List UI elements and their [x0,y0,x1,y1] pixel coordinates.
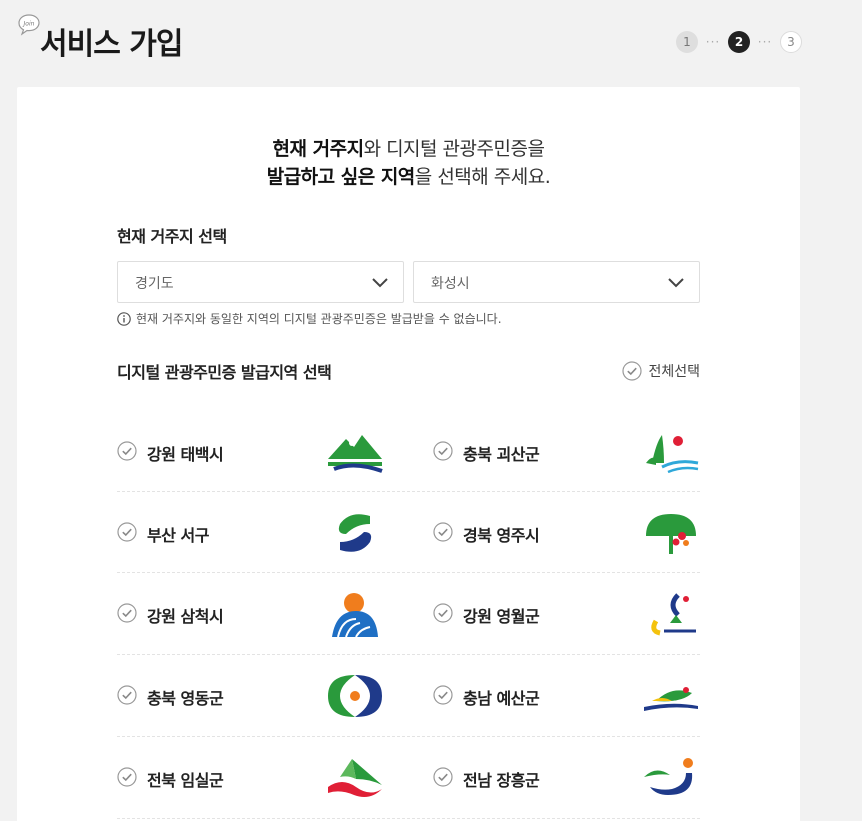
check-circle-icon [433,603,453,623]
check-circle-icon [117,522,137,542]
yeongdong-logo-icon [328,675,382,717]
join-chat-icon: Join [18,14,40,36]
intro-emphasis: 현재 거주지 [272,138,365,160]
step-2: 2 [728,31,750,53]
step-1: 1 [676,31,698,53]
step-separator: ··· [757,35,773,49]
intro-text-rest: 와 디지털 관광주민증을 [363,138,545,160]
signup-card: 현재 거주지와 디지털 관광주민증을 발급하고 싶은 지역을 선택해 주세요. … [17,87,800,821]
region-option[interactable]: 충남 예산군 [433,655,700,735]
page-header: Join 서비스 가입 1 ··· 2 ··· 3 [0,0,862,86]
region-label: 부산 서구 [147,526,209,545]
check-circle-icon [433,685,453,705]
page-title: 서비스 가입 [40,27,183,62]
region-label: 충남 예산군 [463,689,540,708]
check-circle-icon [433,522,453,542]
check-circle-icon [433,441,453,461]
yeongwol-logo-icon [651,593,696,636]
region-label: 강원 삼척시 [147,607,224,626]
region-label: 전북 임실군 [147,771,224,790]
region-label: 강원 태백시 [147,445,224,464]
check-circle-icon [622,361,643,381]
region-option[interactable]: 충북 영동군 [117,655,384,735]
intro-text: 현재 거주지와 디지털 관광주민증을 발급하고 싶은 지역을 선택해 주세요. [17,135,800,191]
imsil-logo-icon [328,759,382,797]
check-circle-icon [433,767,453,787]
busan-seogu-logo-icon [338,514,372,552]
region-label: 강원 영월군 [463,607,540,626]
check-circle-icon [117,685,137,705]
step-separator: ··· [705,35,721,49]
svg-text:Join: Join [23,21,35,28]
step-3: 3 [780,31,802,53]
issue-section-title: 디지털 관광주민증 발급지역 선택 [117,363,332,382]
select-all-toggle[interactable]: 전체선택 [622,361,700,381]
region-option[interactable]: 경북 영주시 [433,492,700,572]
region-label: 경북 영주시 [463,526,540,545]
chevron-down-icon [668,278,684,288]
chevron-down-icon [372,278,388,288]
check-circle-icon [117,603,137,623]
select-all-label: 전체선택 [648,364,700,380]
region-option[interactable]: 충북 괴산군 [433,411,700,491]
region-option[interactable]: 강원 삼척시 [117,573,384,653]
intro-text-rest: 을 선택해 주세요. [414,166,551,188]
intro-emphasis: 발급하고 싶은 지역 [266,166,416,188]
jangheung-logo-icon [644,758,693,795]
info-icon [117,311,131,326]
samcheok-logo-icon [332,593,378,637]
province-value: 경기도 [135,276,174,292]
region-option[interactable]: 전남 장흥군 [433,737,700,817]
city-select[interactable]: 화성시 [413,261,700,303]
check-circle-icon [117,441,137,461]
region-option[interactable]: 전북 임실군 [117,737,384,817]
step-indicator: 1 ··· 2 ··· 3 [676,31,802,53]
notice-text: 현재 거주지와 동일한 지역의 디지털 관광주민증은 발급받을 수 없습니다. [136,312,502,326]
city-value: 화성시 [431,276,470,292]
region-option[interactable]: 강원 영월군 [433,573,700,653]
region-label: 충북 영동군 [147,689,224,708]
region-label: 충북 괴산군 [463,445,540,464]
yeongju-logo-icon [646,514,696,554]
row-divider [117,818,700,819]
residence-section-title: 현재 거주지 선택 [117,227,227,246]
province-select[interactable]: 경기도 [117,261,404,303]
region-option[interactable]: 강원 태백시 [117,411,384,491]
taebaek-logo-icon [328,435,383,473]
check-circle-icon [117,767,137,787]
region-option[interactable]: 부산 서구 [117,492,384,572]
residence-notice: 현재 거주지와 동일한 지역의 디지털 관광주민증은 발급받을 수 없습니다. [117,310,502,327]
yesan-logo-icon [644,687,698,711]
goesan-logo-icon [646,435,699,474]
region-label: 전남 장흥군 [463,771,540,790]
